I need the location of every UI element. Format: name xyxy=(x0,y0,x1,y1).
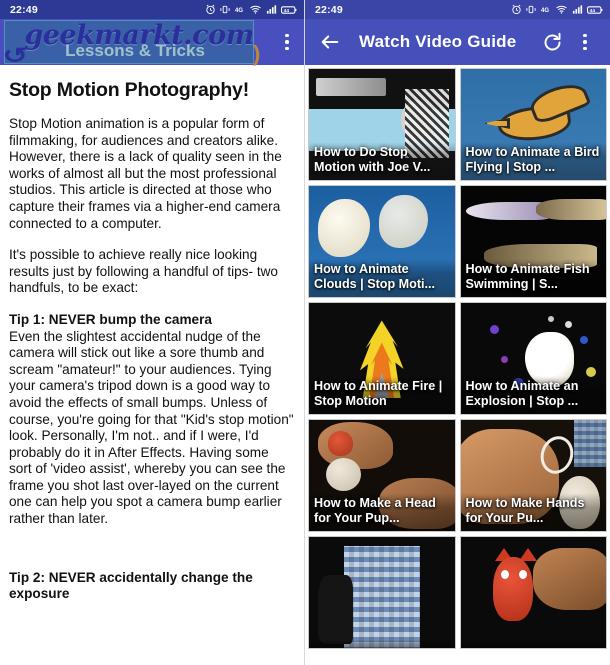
video-title: How to Do Stop Motion with Joe V... xyxy=(309,142,455,180)
article-paragraph-1: Stop Motion animation is a popular form … xyxy=(9,116,282,231)
video-grid-scroll[interactable]: How to Do Stop Motion with Joe V... How … xyxy=(305,65,610,665)
alarm-icon xyxy=(512,4,521,15)
status-icon-group: 4G 44 xyxy=(205,4,297,15)
watermark-paren-icon: ) xyxy=(253,41,261,66)
right-overflow-menu-icon[interactable] xyxy=(568,19,602,65)
status-time: 22:49 xyxy=(315,3,343,16)
data-4g-icon: 4G xyxy=(235,8,243,14)
svg-text:4G: 4G xyxy=(541,8,549,14)
video-card[interactable]: How to Animate an Explosion | Stop ... xyxy=(459,302,607,415)
status-time: 22:49 xyxy=(10,3,38,16)
article-paragraph-2: It's possible to achieve really nice loo… xyxy=(9,247,278,296)
article-tip1-body: Even the slightest accidental nudge of t… xyxy=(9,328,294,527)
left-overflow-menu-icon[interactable] xyxy=(270,19,304,65)
back-arrow-icon[interactable] xyxy=(313,19,347,65)
right-status-bar: 22:49 4G 44 xyxy=(305,0,610,19)
signal-icon xyxy=(266,5,277,14)
battery-icon: 44 xyxy=(281,5,297,14)
video-card[interactable]: How to Animate Fish Swimming | S... xyxy=(459,185,607,298)
video-title: How to Make Hands for Your Pu... xyxy=(460,493,606,531)
svg-text:44: 44 xyxy=(590,8,596,14)
article-spacer xyxy=(9,543,295,570)
left-phone-screen: 22:49 4G 44 Lessons & Tricks ↺ geekmarkt… xyxy=(0,0,305,665)
video-thumbnail xyxy=(460,537,607,648)
video-card[interactable]: How to Animate a Bird Flying | Stop ... xyxy=(459,68,607,181)
svg-text:4G: 4G xyxy=(235,8,243,14)
right-app-bar-title: Watch Video Guide xyxy=(359,32,517,51)
article-tip2-heading: Tip 2: NEVER accidentally change the exp… xyxy=(9,569,253,602)
video-thumbnail xyxy=(309,537,455,648)
video-title: How to Animate Fish Swimming | S... xyxy=(460,259,606,297)
video-card[interactable]: How to Do Stop Motion with Joe V... xyxy=(308,68,456,181)
right-app-bar: Watch Video Guide xyxy=(305,19,610,65)
video-title: How to Animate Fire | Stop Motion xyxy=(309,376,455,414)
wifi-icon xyxy=(250,5,261,14)
video-card[interactable] xyxy=(459,536,607,649)
video-card[interactable]: How to Animate Fire | Stop Motion xyxy=(308,302,456,415)
alarm-icon xyxy=(206,4,215,15)
right-phone-screen: 22:49 4G 44 Watch Video Guide How to Do … xyxy=(305,0,610,665)
article-tip1-heading: Tip 1: NEVER bump the camera xyxy=(9,311,212,327)
watermark-swoosh-icon: ↺ xyxy=(2,43,29,68)
left-status-bar: 22:49 4G 44 xyxy=(0,0,304,19)
status-icon-group: 4G 44 xyxy=(511,4,603,15)
dual-screenshot-comparison: 22:49 4G 44 Lessons & Tricks ↺ geekmarkt… xyxy=(0,0,610,665)
video-title: How to Animate an Explosion | Stop ... xyxy=(460,376,606,414)
svg-text:44: 44 xyxy=(284,8,290,14)
vibrate-icon xyxy=(526,5,536,14)
vibrate-icon xyxy=(220,5,230,14)
video-title xyxy=(309,640,455,648)
article-heading: Stop Motion Photography! xyxy=(9,79,249,101)
battery-icon: 44 xyxy=(587,5,603,14)
video-title: How to Make a Head for Your Pup... xyxy=(309,493,455,531)
article-content: Stop Motion Photography! Stop Motion ani… xyxy=(0,65,304,665)
video-card[interactable]: How to Make a Head for Your Pup... xyxy=(308,419,456,532)
video-title: How to Animate Clouds | Stop Moti... xyxy=(309,259,455,297)
data-4g-icon: 4G xyxy=(541,8,549,14)
video-title: How to Animate a Bird Flying | Stop ... xyxy=(460,142,606,180)
watermark-box xyxy=(4,20,254,64)
video-title xyxy=(460,640,606,648)
video-card[interactable]: How to Make Hands for Your Pu... xyxy=(459,419,607,532)
wifi-icon xyxy=(556,5,567,14)
refresh-icon[interactable] xyxy=(536,19,568,65)
video-grid: How to Do Stop Motion with Joe V... How … xyxy=(305,65,610,652)
video-card[interactable]: How to Animate Clouds | Stop Moti... xyxy=(308,185,456,298)
left-app-bar: Lessons & Tricks ↺ geekmarkt.com ) xyxy=(0,19,304,68)
signal-icon xyxy=(572,5,583,14)
video-card[interactable] xyxy=(308,536,456,649)
